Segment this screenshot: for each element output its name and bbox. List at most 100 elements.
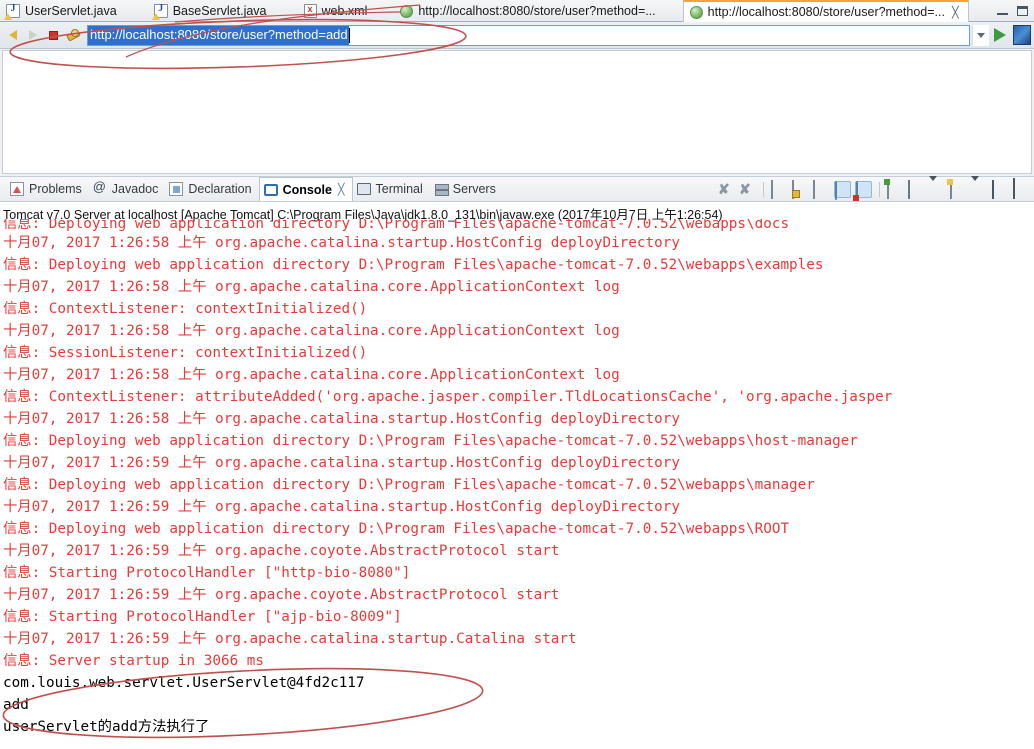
editor-tab-label: BaseServlet.java [172,4,267,18]
maximize-icon [1013,177,1015,199]
display-console-icon [908,179,910,199]
url-input[interactable]: http://localhost:8080/store/user?method=… [87,24,970,46]
url-text: http://localhost:8080/store/user?method=… [88,25,349,45]
console-line: 十月07, 2017 1:26:59 上午 org.apache.catalin… [3,499,680,515]
go-button[interactable] [989,24,1011,46]
java-file-icon [151,3,168,20]
display-console-dropdown[interactable] [929,175,946,198]
clear-console-icon [771,179,773,199]
minimize-icon[interactable] [997,12,1008,15]
xml-file-icon [303,4,317,18]
browser-address-bar: http://localhost:8080/store/user?method=… [0,22,1034,49]
remove-all-terminated-button[interactable]: ✘ [739,181,756,198]
console-line: 信息: Starting ProtocolHandler ["http-bio-… [3,565,411,581]
console-line: 信息: SessionListener: contextInitialized(… [3,345,368,361]
console-line: 十月07, 2017 1:26:58 上午 org.apache.catalin… [3,279,620,295]
close-icon[interactable]: ╳ [952,6,959,19]
console-line: 信息: Deploying web application directory … [3,521,790,537]
editor-tab-browser-1[interactable]: http://localhost:8080/store/user?method=… [394,0,664,22]
console-line: 信息: Server startup in 3066 ms [3,653,264,669]
tab-servers[interactable]: Servers [430,177,503,202]
console-line: 十月07, 2017 1:26:59 上午 org.apache.catalin… [3,455,680,471]
console-icon [263,183,278,196]
stop-icon [48,30,58,40]
minimize-icon [992,179,994,199]
open-console-button[interactable] [950,179,967,199]
url-history-dropdown[interactable] [972,24,989,46]
console-line: 十月07, 2017 1:26:59 上午 org.apache.coyote.… [3,543,560,559]
console-line: add [3,697,29,713]
tab-console[interactable]: Console ╳ [258,176,353,202]
console-output[interactable]: 信息: Deploying web application directory … [3,219,892,738]
console-line: 信息: ContextListener: attributeAdded('org… [3,389,893,405]
problems-icon [10,182,24,196]
display-selected-console-button[interactable] [908,179,925,199]
console-view[interactable]: Tomcat v7.0 Server at localhost [Apache … [0,201,1034,749]
show-console-on-error-button[interactable] [855,180,872,200]
word-wrap-icon [813,179,815,199]
console-line: 信息: ContextListener: contextInitialized(… [3,301,368,317]
lock-icon [792,179,794,199]
editor-tab-label: http://localhost:8080/store/user?method=… [707,5,945,19]
tab-label: Servers [452,182,496,196]
pin-console-button[interactable] [887,179,904,199]
servers-icon [434,183,449,196]
show-console-on-output-button[interactable] [834,180,851,200]
editor-tab-baseservlet[interactable]: BaseServlet.java [148,0,276,22]
open-console-dropdown[interactable] [971,175,988,198]
editor-tab-userservlet[interactable]: UserServlet.java [0,0,126,22]
forward-icon [29,30,37,40]
java-file-icon [4,3,20,20]
close-icon[interactable]: ╳ [338,183,345,196]
forward-button[interactable] [23,25,43,45]
console-line: userServlet的add方法执行了 [3,719,210,735]
maximize-icon[interactable] [1017,5,1028,16]
console-line: 十月07, 2017 1:26:58 上午 org.apache.catalin… [3,235,680,251]
declaration-icon [169,182,184,196]
editor-tab-label: http://localhost:8080/store/user?method=… [418,4,656,18]
browser-viewport [2,50,1032,174]
console-out-icon [835,180,837,200]
scroll-lock-button[interactable] [792,179,809,199]
console-toolbar: ✘ ✘ [697,175,1034,200]
console-line: 信息: Starting ProtocolHandler ["ajp-bio-8… [3,609,402,625]
text-caret [348,27,350,43]
tab-declaration[interactable]: Declaration [165,177,258,202]
view-tab-bar: Problems Javadoc Declaration Console ╳ T… [0,175,1034,202]
console-line: 十月07, 2017 1:26:58 上午 org.apache.catalin… [3,323,620,339]
tab-terminal[interactable]: Terminal [353,177,430,202]
console-line: com.louis.web.servlet.UserServlet@4fd2c1… [3,675,365,691]
editor-tab-webxml[interactable]: web.xml [298,0,377,22]
back-icon [9,30,17,40]
console-line: 十月07, 2017 1:26:58 上午 org.apache.catalin… [3,411,680,427]
browser-extra-button[interactable] [1013,25,1031,45]
editor-tab-browser-2[interactable]: http://localhost:8080/store/user?method=… [682,0,969,22]
tab-javadoc[interactable]: Javadoc [89,177,166,202]
x-icon: ✘ [718,180,730,197]
console-line: 信息: Deploying web application directory … [3,219,790,232]
maximize-view-button[interactable] [1013,177,1030,199]
remove-launch-button[interactable]: ✘ [718,181,735,198]
clear-console-button[interactable] [771,179,788,199]
tab-label: Console [282,182,332,197]
back-button[interactable] [3,25,23,45]
stop-button[interactable] [43,25,63,45]
terminate-button[interactable] [697,181,714,198]
terminal-icon [356,183,371,195]
console-line: 十月07, 2017 1:26:58 上午 org.apache.catalin… [3,367,620,383]
pin-button[interactable] [63,25,83,45]
console-line: 十月07, 2017 1:26:59 上午 org.apache.catalin… [3,631,577,647]
tab-label: Javadoc [111,182,159,196]
console-err-icon [856,180,858,200]
editor-tab-label: web.xml [321,4,368,18]
word-wrap-button[interactable] [813,179,830,199]
javadoc-icon [93,179,107,196]
editor-window-controls [997,0,1034,21]
tab-problems[interactable]: Problems [6,177,89,202]
eclipse-window: UserServlet.java BaseServlet.java web.xm… [0,0,1034,749]
globe-icon [689,5,703,19]
chevron-down-icon [971,175,979,198]
minimize-view-button[interactable] [992,179,1009,199]
toolbar-separator [879,181,880,197]
tab-label: Declaration [188,182,252,196]
